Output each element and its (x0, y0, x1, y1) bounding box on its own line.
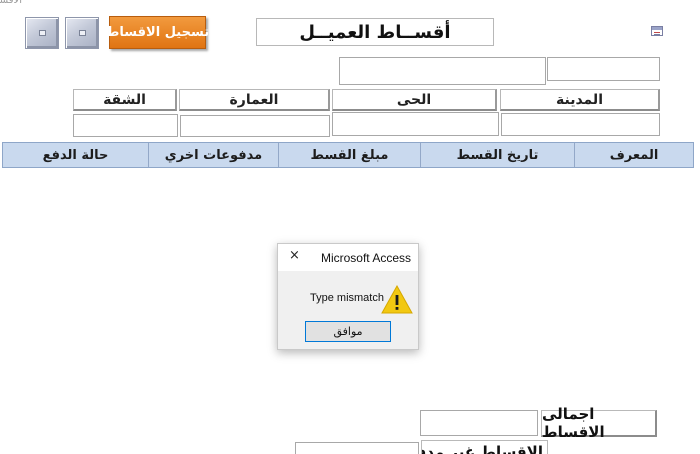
apartment-label: الشقة (73, 89, 177, 111)
building-label: العمارة (179, 89, 330, 111)
apartment-field[interactable] (73, 114, 178, 137)
column-header-payment-status[interactable]: حالة الدفع (3, 143, 148, 167)
page-title: أقســاط العميــل (256, 18, 494, 46)
column-header-other-payments[interactable]: مدفوعات اخري (148, 143, 278, 167)
total-installments-field[interactable] (420, 410, 538, 436)
error-dialog: × Microsoft Access Type mismatch موافق (277, 243, 419, 350)
close-icon[interactable]: × (289, 248, 300, 263)
dialog-title: Microsoft Access (320, 251, 411, 265)
ok-button[interactable]: موافق (305, 321, 391, 342)
register-installments-button[interactable]: تسجيل الاقساط (106, 16, 209, 49)
navigation-icon (38, 30, 46, 36)
dialog-titlebar: × Microsoft Access (278, 244, 418, 271)
city-label: المدينة (500, 89, 660, 111)
city-field[interactable] (501, 113, 660, 136)
unpaid-installments-label: الاقساط غير مدفوعة (421, 440, 548, 454)
customer-id-field[interactable] (547, 57, 660, 81)
warning-icon (381, 285, 413, 314)
next-record-button[interactable] (65, 17, 99, 49)
column-header-installment-date[interactable]: تاريخ القسط (420, 143, 574, 167)
previous-record-button[interactable] (25, 17, 59, 49)
installments-table-header: المعرف تاريخ القسط مبلغ القسط مدفوعات اخ… (2, 142, 694, 168)
district-label: الحى (332, 89, 497, 111)
total-installments-label: اجمالى الاقساط (541, 405, 657, 441)
building-field[interactable] (180, 115, 330, 137)
column-header-installment-amount[interactable]: مبلغ القسط (278, 143, 420, 167)
customer-name-field[interactable] (339, 57, 546, 85)
form-tab-title: الاقساط (0, 0, 22, 6)
dialog-message: Type mismatch (310, 292, 384, 304)
navigation-icon (78, 30, 86, 36)
column-header-id[interactable]: المعرف (574, 143, 693, 167)
unpaid-installments-field[interactable] (295, 442, 419, 454)
form-icon (651, 26, 663, 36)
district-field[interactable] (332, 112, 499, 136)
